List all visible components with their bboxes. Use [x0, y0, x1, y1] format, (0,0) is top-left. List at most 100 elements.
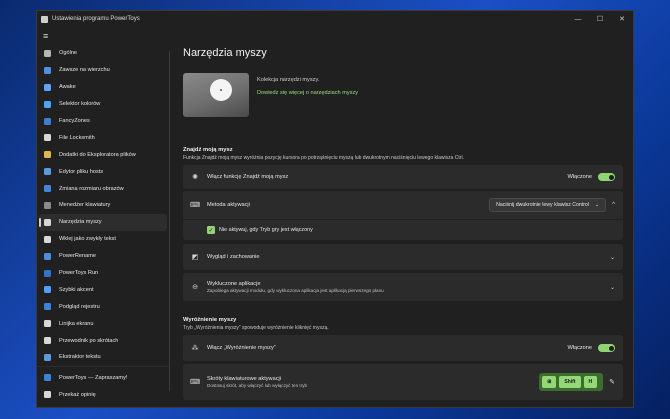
hosts-file-icon	[44, 168, 51, 176]
explorer-addons-icon	[44, 151, 51, 159]
sidebar-item[interactable]: Zawsze na wierzchu	[39, 62, 167, 79]
sidebar-item-label: Linijka ekranu	[59, 320, 94, 327]
highlighter-state: Włączone	[567, 345, 592, 351]
main-content: Narzędzia myszy Kolekcja narzędzi myszy.…	[183, 27, 623, 407]
registry-icon	[44, 303, 51, 311]
expand-chevron-icon[interactable]: ⌄	[610, 254, 615, 261]
image-resize-icon	[44, 185, 51, 193]
sidebar-item[interactable]: Ogólne	[39, 45, 167, 62]
find-mouse-toggle[interactable]	[598, 173, 615, 181]
shortcut-label: Skróty klawiaturowe aktywacji	[207, 376, 281, 382]
appearance-card[interactable]: ◩ Wygląd i zachowanie ⌄	[183, 244, 623, 270]
excluded-apps-icon: ⊖	[192, 284, 198, 291]
sidebar-item[interactable]: Edytor pliku hosts	[39, 163, 167, 180]
shortcut-subtitle: Dostosuj skrót, aby włączyć lub wyłączyć…	[207, 383, 308, 388]
spotlight-dot	[210, 79, 232, 101]
shortcut-key: Shift	[559, 376, 581, 388]
fancyzones-icon	[44, 117, 51, 125]
shortcut-card[interactable]: ⌨ Skróty klawiaturowe aktywacji Dostosuj…	[183, 364, 623, 400]
game-mode-row: ✓ Nie aktywuj, gdy Tryb gry jest włączon…	[183, 220, 623, 240]
hero-image	[183, 73, 249, 117]
game-mode-checkbox[interactable]: ✓	[207, 226, 215, 234]
sidebar-item[interactable]: FancyZones	[39, 113, 167, 130]
shortcut-keys: ⊞ Shift H	[539, 373, 604, 391]
highlighter-toggle[interactable]	[598, 344, 615, 352]
keyboard-icon: ⌨	[189, 379, 201, 386]
dropdown-chevron-icon: ⌄	[594, 202, 600, 208]
game-mode-label: Nie aktywuj, gdy Tryb gry jest włączony	[219, 227, 313, 233]
sidebar-item[interactable]: Menedżer klawiatury	[39, 197, 167, 214]
find-mouse-state: Włączone	[567, 174, 592, 180]
excluded-apps-card[interactable]: ⊖ Wykluczone aplikacje Zapobiega aktywac…	[183, 273, 623, 301]
find-mouse-description: Funkcja Znajdź moją mysz wyróżnia pozycj…	[183, 155, 464, 161]
shortcut-key: ⊞	[542, 376, 557, 388]
sidebar-item-label: Podgląd rejestru	[59, 303, 100, 310]
shortcut-guide-icon	[44, 337, 51, 345]
sidebar-item[interactable]: PowerToys Run	[39, 265, 167, 282]
keyboard-icon	[44, 201, 51, 209]
sidebar-item-label: FancyZones	[59, 118, 90, 124]
sidebar-item[interactable]: Narzędzia myszy	[39, 213, 167, 231]
sidebar-item[interactable]: Ekstraktor tekstu	[39, 349, 167, 366]
edit-shortcut-pencil-icon[interactable]: ✎	[609, 378, 615, 386]
minimize-button[interactable]: —	[567, 11, 589, 27]
expand-chevron-icon[interactable]: ⌄	[610, 284, 615, 291]
sidebar-item[interactable]: Dodatki do Eksploratora plików	[39, 146, 167, 163]
sidebar-item-label: Edytor pliku hosts	[59, 168, 104, 175]
sidebar-item[interactable]: Podgląd rejestru	[39, 298, 167, 315]
highlighter-enable-label: Włącz „Wyróżnienie myszy”	[207, 345, 276, 351]
page-title: Narzędzia myszy	[183, 47, 267, 59]
paste-icon	[44, 235, 51, 243]
close-button[interactable]: ✕	[611, 11, 633, 27]
sidebar-footer: PowerToys — Zapraszamy! Przekaż opinię	[37, 366, 169, 403]
keyboard-icon: ⌨	[189, 202, 201, 209]
find-mouse-enable-card[interactable]: ✺ Włącz funkcję Znajdź moją mysz Włączon…	[183, 165, 623, 189]
excluded-apps-subtitle: Zapobiega aktywacji modułu, gdy wykluczo…	[207, 288, 384, 293]
coffee-icon	[44, 83, 51, 91]
sidebar-item-label: Przewodnik po skrótach	[59, 337, 119, 344]
sidebar: ≡ Ogólne Zawsze na wierzchu Awake Selektor …	[37, 27, 169, 407]
sidebar-item[interactable]: PowerRename	[39, 248, 167, 265]
highlighter-heading: Wyróżnienie myszy	[183, 317, 237, 323]
appearance-icon: ◩	[191, 254, 199, 261]
activation-method-card[interactable]: ⌨ Metoda aktywacji Naciśnij dwukrotnie l…	[183, 191, 623, 219]
powertoys-app-icon	[41, 15, 48, 23]
activation-method-value: Naciśnij dwukrotnie lewy klawisz Control	[496, 202, 589, 208]
lock-icon	[44, 134, 51, 142]
find-mouse-heading: Znajdź moją mysz	[183, 147, 233, 153]
maximize-button[interactable]: ☐	[589, 11, 611, 27]
sidebar-item-label: Zmiana rozmiaru obrazów	[59, 185, 124, 192]
sidebar-item[interactable]: Wklej jako zwykły tekst	[39, 231, 167, 248]
sidebar-item[interactable]: Szybki akcent	[39, 281, 167, 298]
sidebar-item[interactable]: Awake	[39, 79, 167, 96]
sidebar-item-label: Przekaż opinię	[59, 391, 96, 398]
activation-method-label: Metoda aktywacji	[207, 202, 250, 208]
hero-section: Kolekcja narzędzi myszy. Dowiedz się wię…	[183, 73, 623, 117]
sidebar-item[interactable]: Przekaż opinię	[39, 386, 167, 403]
sidebar-item[interactable]: Linijka ekranu	[39, 315, 167, 332]
sidebar-item-label: Menedżer klawiatury	[59, 202, 111, 209]
sidebar-item-label: Selektor kolorów	[59, 101, 101, 108]
sidebar-item-label: Narzędzia myszy	[59, 219, 102, 226]
feedback-icon	[44, 391, 51, 399]
sidebar-item-label: Szybki akcent	[59, 286, 94, 293]
sidebar-item[interactable]: File Locksmith	[39, 129, 167, 146]
activation-method-dropdown[interactable]: Naciśnij dwukrotnie lewy klawisz Control…	[489, 198, 607, 212]
mouse-icon	[44, 218, 51, 226]
sidebar-item[interactable]: PowerToys — Zapraszamy!	[39, 369, 167, 386]
highlighter-enable-card[interactable]: ⁂ Włącz „Wyróżnienie myszy” Włączone	[183, 335, 623, 361]
collapse-chevron-icon[interactable]: ^	[612, 202, 615, 208]
powertoys-window: Ustawienia programu PowerToys — ☐ ✕ ≡ Og…	[36, 10, 634, 408]
sidebar-item-label: PowerRename	[59, 253, 96, 260]
run-icon	[44, 269, 51, 277]
find-mouse-icon: ✺	[192, 174, 198, 181]
sidebar-item[interactable]: Zmiana rozmiaru obrazów	[39, 180, 167, 197]
pin-icon	[44, 66, 51, 74]
shortcut-key: H	[583, 376, 598, 388]
hamburger-menu-icon[interactable]: ≡	[37, 27, 169, 45]
sidebar-item[interactable]: Przewodnik po skrótach	[39, 332, 167, 349]
sidebar-item-label: PowerToys — Zapraszamy!	[59, 374, 128, 381]
title-bar: Ustawienia programu PowerToys — ☐ ✕	[37, 11, 633, 27]
learn-more-link[interactable]: Dowiedz się więcej o narzędziach myszy	[257, 90, 358, 96]
sidebar-item[interactable]: Selektor kolorów	[39, 96, 167, 113]
